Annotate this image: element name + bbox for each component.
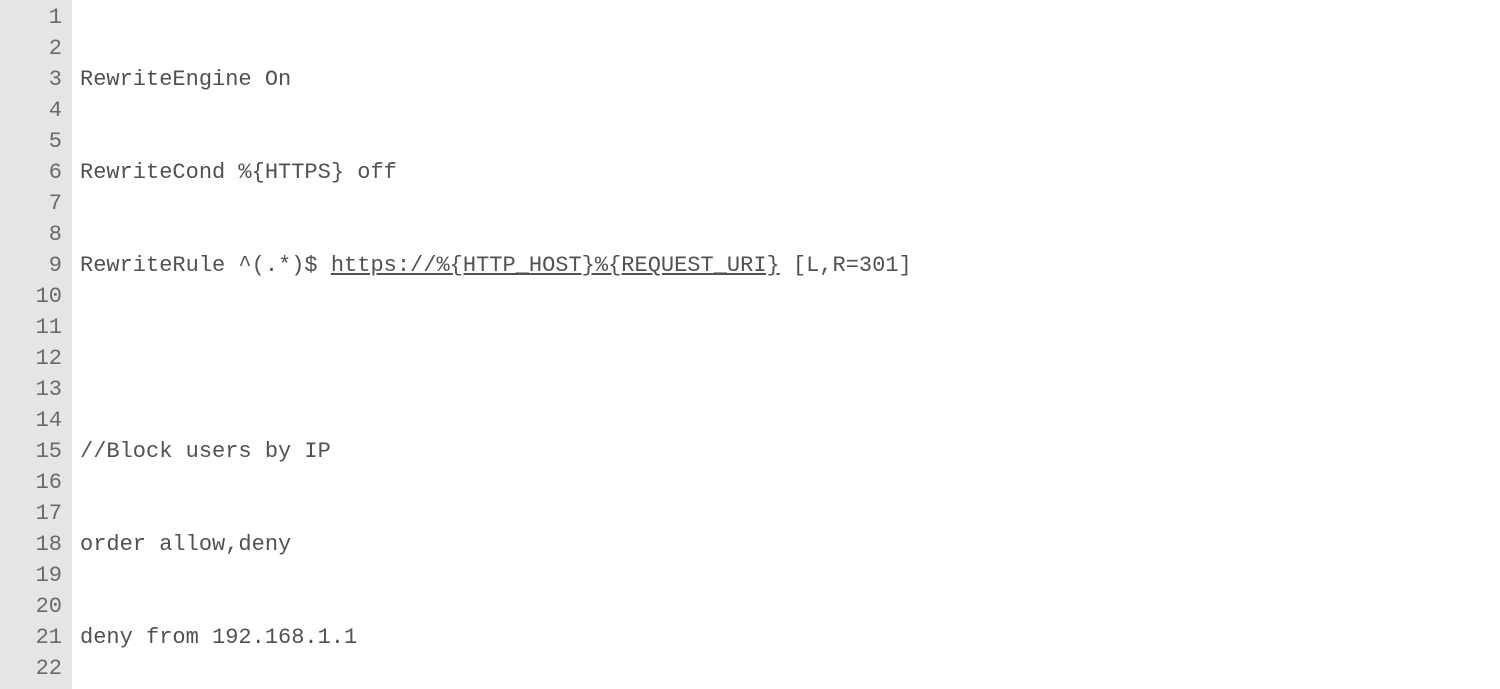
line-number: 2	[0, 33, 62, 64]
line-number: 13	[0, 374, 62, 405]
line-number-gutter: 12345678910111213141516171819202122	[0, 0, 72, 689]
code-area[interactable]: RewriteEngine On RewriteCond %{HTTPS} of…	[72, 0, 1500, 689]
code-text: RewriteRule ^(.*)$	[80, 253, 331, 278]
line-number: 16	[0, 467, 62, 498]
line-number: 10	[0, 281, 62, 312]
line-number: 11	[0, 312, 62, 343]
code-line: RewriteEngine On	[80, 64, 1500, 95]
line-number: 21	[0, 622, 62, 653]
line-number: 18	[0, 529, 62, 560]
line-number: 5	[0, 126, 62, 157]
line-number: 3	[0, 64, 62, 95]
code-editor: 12345678910111213141516171819202122 Rewr…	[0, 0, 1500, 689]
code-url-link[interactable]: https://%{HTTP_HOST}%{REQUEST_URI}	[331, 253, 780, 278]
line-number: 12	[0, 343, 62, 374]
line-number: 19	[0, 560, 62, 591]
line-number: 1	[0, 2, 62, 33]
code-line: //Block users by IP	[80, 436, 1500, 467]
code-text: [L,R=301]	[780, 253, 912, 278]
code-line: RewriteCond %{HTTPS} off	[80, 157, 1500, 188]
line-number: 15	[0, 436, 62, 467]
line-number: 8	[0, 219, 62, 250]
line-number: 22	[0, 653, 62, 684]
code-line	[80, 343, 1500, 374]
line-number: 4	[0, 95, 62, 126]
line-number: 7	[0, 188, 62, 219]
code-line: RewriteRule ^(.*)$ https://%{HTTP_HOST}%…	[80, 250, 1500, 281]
line-number: 14	[0, 405, 62, 436]
line-number: 20	[0, 591, 62, 622]
line-number: 9	[0, 250, 62, 281]
code-line: deny from 192.168.1.1	[80, 622, 1500, 653]
line-number: 6	[0, 157, 62, 188]
code-line: order allow,deny	[80, 529, 1500, 560]
line-number: 17	[0, 498, 62, 529]
